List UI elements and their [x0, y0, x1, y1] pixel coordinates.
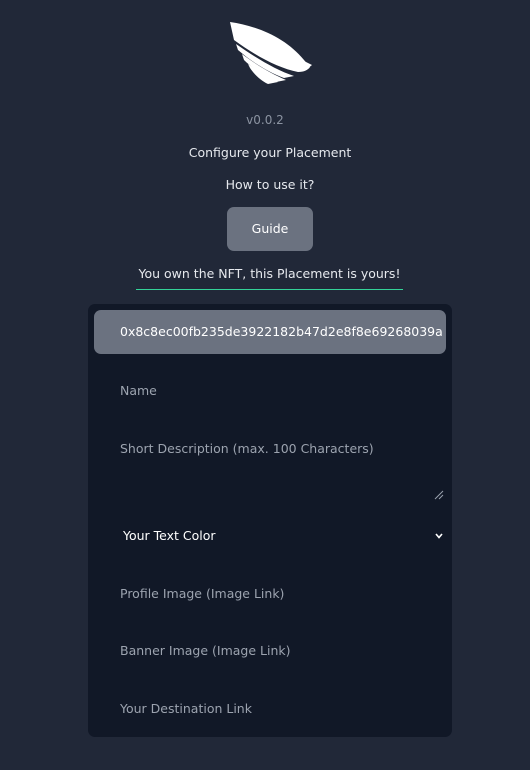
banner-image-input[interactable]: Banner Image (Image Link)	[120, 643, 290, 658]
page-title: Configure your Placement	[188, 145, 352, 160]
profile-image-input[interactable]: Profile Image (Image Link)	[120, 586, 284, 601]
version-label: v0.0.2	[246, 113, 284, 127]
placement-form: 0x8c8ec00fb235de3922182b47d2e8f8e6926803…	[88, 304, 452, 737]
description-placeholder: Short Description (max. 100 Characters)	[120, 441, 374, 456]
resize-handle-icon[interactable]	[434, 490, 444, 500]
description-textarea[interactable]: Short Description (max. 100 Characters)	[94, 420, 446, 502]
text-color-select[interactable]: Your Text Color	[94, 519, 446, 553]
wing-logo	[230, 22, 312, 84]
wallet-address-field[interactable]: 0x8c8ec00fb235de3922182b47d2e8f8e6926803…	[94, 310, 446, 354]
guide-button[interactable]: Guide	[227, 207, 313, 251]
ownership-message: You own the NFT, this Placement is yours…	[136, 264, 403, 290]
text-color-label: Your Text Color	[123, 528, 216, 543]
destination-link-input[interactable]: Your Destination Link	[120, 701, 252, 716]
name-input[interactable]: Name	[120, 383, 157, 398]
chevron-down-icon	[435, 533, 443, 539]
how-to-use-text: How to use it?	[225, 177, 315, 192]
placement-config-page: v0.0.2 Configure your Placement How to u…	[0, 0, 530, 770]
